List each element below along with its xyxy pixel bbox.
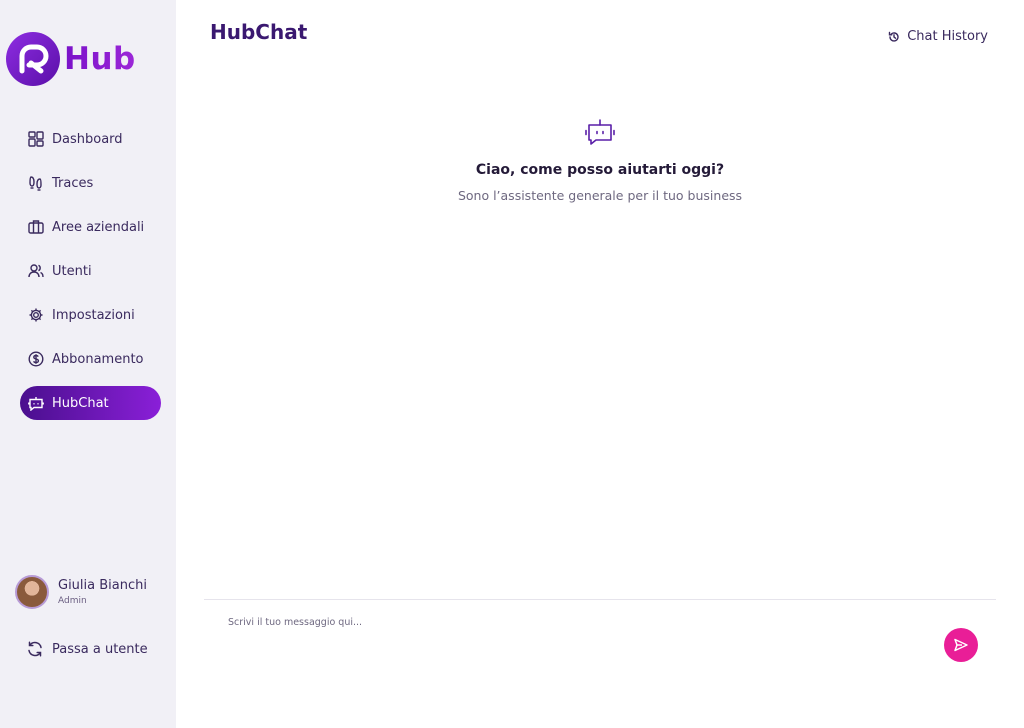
refresh-icon bbox=[26, 640, 44, 658]
user-name: Giulia Bianchi bbox=[58, 578, 147, 593]
message-input[interactable] bbox=[228, 612, 928, 632]
sidebar-item-impostazioni[interactable]: Impostazioni bbox=[20, 298, 161, 332]
chat-history-label: Chat History bbox=[907, 29, 988, 44]
sidebar-item-traces[interactable]: Traces bbox=[20, 166, 161, 200]
send-button[interactable] bbox=[944, 628, 978, 662]
footprints-icon bbox=[27, 174, 45, 192]
sidebar-item-abbonamento[interactable]: Abbonamento bbox=[20, 342, 161, 376]
chat-history-button[interactable]: Chat History bbox=[888, 29, 988, 44]
chatbot-icon bbox=[584, 116, 616, 152]
briefcase-icon bbox=[27, 218, 45, 236]
sidebar: Hub Dashboard Traces Aree aziendali Uten… bbox=[0, 0, 176, 728]
sidebar-nav: Dashboard Traces Aree aziendali Utenti I… bbox=[20, 122, 161, 430]
sidebar-item-label: Aree aziendali bbox=[52, 219, 145, 235]
app: Hub Dashboard Traces Aree aziendali Uten… bbox=[0, 0, 1024, 728]
logo-text: Hub bbox=[64, 41, 136, 77]
sidebar-item-label: Traces bbox=[52, 175, 94, 191]
switch-user-button[interactable]: Passa a utente bbox=[26, 640, 148, 658]
sidebar-item-label: Abbonamento bbox=[52, 351, 144, 367]
sidebar-item-aree-aziendali[interactable]: Aree aziendali bbox=[20, 210, 161, 244]
chatbot-icon bbox=[27, 394, 45, 412]
switch-user-label: Passa a utente bbox=[52, 641, 148, 657]
sidebar-item-hubchat[interactable]: HubChat bbox=[20, 386, 161, 420]
welcome-panel: Ciao, come posso aiutarti oggi? Sono l’a… bbox=[176, 116, 1024, 203]
sidebar-item-utenti[interactable]: Utenti bbox=[20, 254, 161, 288]
gear-icon bbox=[27, 306, 45, 324]
welcome-title: Ciao, come posso aiutarti oggi? bbox=[475, 162, 725, 178]
logo-mark-icon bbox=[6, 32, 60, 86]
welcome-subtitle: Sono l’assistente generale per il tuo bu… bbox=[457, 188, 743, 203]
dashboard-icon bbox=[27, 130, 45, 148]
logo[interactable]: Hub bbox=[6, 32, 136, 86]
user-role: Admin bbox=[58, 596, 87, 606]
history-icon bbox=[888, 31, 900, 43]
sidebar-item-label: Dashboard bbox=[52, 131, 123, 147]
main-content: HubChat Chat History Ciao, come posso ai… bbox=[176, 0, 1024, 728]
send-icon bbox=[953, 637, 969, 653]
user-info: Giulia Bianchi Admin bbox=[58, 578, 147, 606]
avatar bbox=[15, 575, 49, 609]
sidebar-item-dashboard[interactable]: Dashboard bbox=[20, 122, 161, 156]
sidebar-item-label: Utenti bbox=[52, 263, 92, 279]
user-profile[interactable]: Giulia Bianchi Admin bbox=[15, 575, 147, 609]
sidebar-item-label: Impostazioni bbox=[52, 307, 135, 323]
dollar-circle-icon bbox=[27, 350, 45, 368]
page-title: HubChat bbox=[210, 20, 308, 44]
sidebar-item-label: HubChat bbox=[52, 395, 109, 411]
composer-divider bbox=[204, 599, 996, 600]
users-icon bbox=[27, 262, 45, 280]
